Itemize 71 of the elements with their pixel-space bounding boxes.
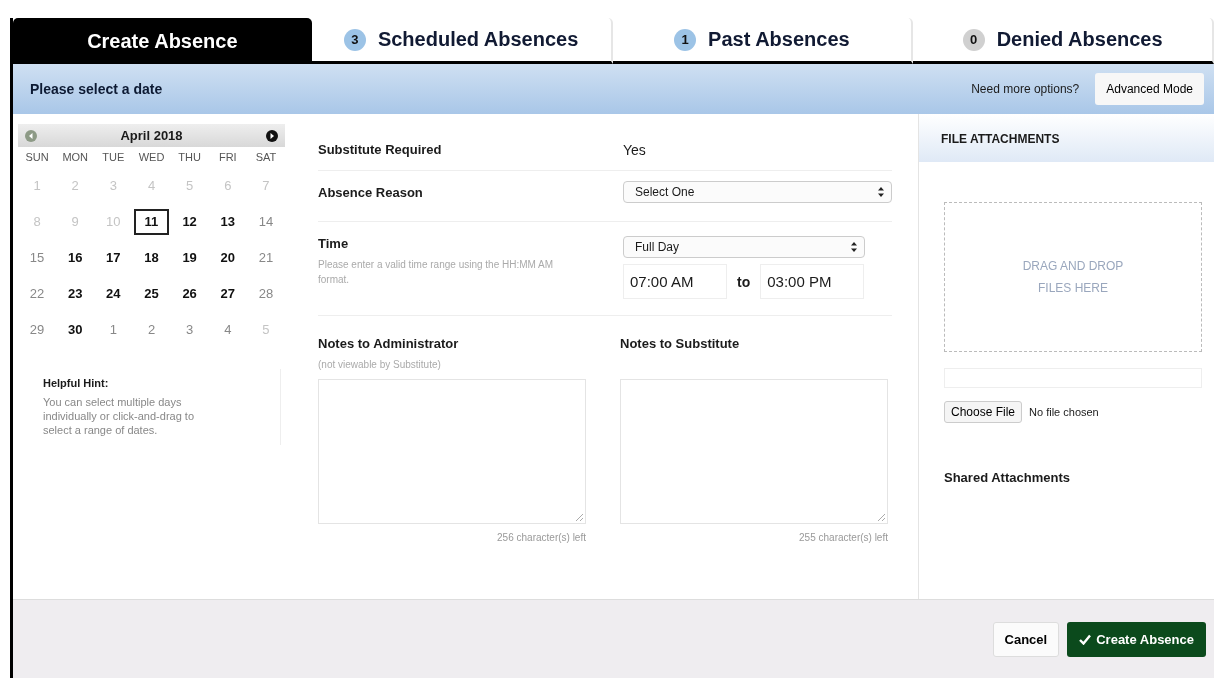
calendar-day[interactable]: 20 [210, 245, 245, 271]
calendar-day[interactable]: 13 [210, 209, 245, 235]
calendar-day[interactable]: 1 [96, 317, 131, 343]
field-value: Yes [623, 142, 646, 158]
field-label: Substitute Required [318, 142, 443, 158]
weekday-label: TUE [101, 151, 126, 163]
calendar-day[interactable]: 21 [248, 245, 283, 271]
calendar-day[interactable]: 12 [172, 209, 207, 235]
calendar-day[interactable]: 14 [248, 209, 283, 235]
weekday-label: SUN [24, 151, 50, 163]
calendar-day[interactable]: 26 [172, 281, 207, 307]
calendar-day[interactable]: 22 [20, 281, 55, 307]
hint-title: Helpful Hint: [43, 377, 110, 389]
help-text: (not viewable by Substitute) [318, 358, 442, 372]
calendar-day[interactable]: 3 [172, 317, 207, 343]
previous-month-icon[interactable] [25, 129, 37, 142]
time-field[interactable]: 03:00 PM [760, 264, 865, 299]
calendar-day[interactable]: 15 [20, 245, 55, 271]
calendar-day[interactable]: 18 [134, 245, 169, 271]
time-mode-select[interactable]: Full Day [623, 236, 865, 258]
hint-text: You can select multiple days individually or click-and-drag to select a range of dates. [43, 395, 195, 437]
dropdown-arrows-icon [850, 241, 858, 253]
section-title: Shared Attachments [944, 470, 1071, 485]
calendar-day[interactable]: 30 [58, 317, 93, 343]
field-label: Notes to Substitute [620, 336, 741, 351]
tab[interactable]: 3 Scheduled Absences [311, 18, 613, 64]
header-title: Please select a date [30, 81, 163, 97]
weekday-label: SAT [254, 151, 278, 163]
count-badge: 0 [962, 28, 985, 51]
dropdown-arrows-icon [877, 186, 885, 198]
resize-handle-icon [575, 513, 583, 521]
calendar-day[interactable]: 11 [134, 209, 169, 235]
field-label: Notes to Administrator [318, 336, 460, 351]
calendar-day[interactable]: 28 [248, 281, 283, 307]
advanced-mode-button[interactable]: Advanced Mode [1095, 73, 1204, 105]
checkmark-icon [1079, 633, 1092, 645]
reason-select[interactable]: Select One [623, 181, 892, 203]
to-label: to [737, 273, 751, 290]
tab[interactable]: 1 Past Absences [612, 18, 914, 64]
field-label: Time [318, 236, 350, 251]
cancel-button[interactable]: Cancel [992, 621, 1060, 657]
weekday-label: THU [177, 151, 202, 163]
weekday-label: MON [61, 151, 90, 163]
calendar-day[interactable]: 23 [58, 281, 93, 307]
month-title: April 2018 [120, 128, 183, 143]
calendar-day[interactable]: 27 [210, 281, 245, 307]
calendar-day[interactable]: 16 [58, 245, 93, 271]
create-absence-button[interactable]: Create Absence [1067, 621, 1206, 657]
help-text: Please enter a valid time range using the HH:MM AM format. [318, 258, 555, 287]
calendar-day[interactable]: 29 [20, 317, 55, 343]
file-status: No file chosen [1029, 406, 1099, 418]
next-month-icon[interactable] [266, 129, 278, 142]
calendar-day[interactable]: 25 [134, 281, 169, 307]
calendar-day[interactable]: 19 [172, 245, 207, 271]
options-prompt: Need more options? [971, 82, 1080, 96]
character-count: 256 character(s) left [496, 532, 586, 543]
calendar-day[interactable]: 2 [134, 317, 169, 343]
calendar-day[interactable]: 4 [210, 317, 245, 343]
tab[interactable]: Create Absence [13, 18, 312, 64]
choose-file-button[interactable]: Choose File [944, 401, 1023, 423]
count-badge: 1 [674, 28, 697, 51]
weekday-label: WED [137, 151, 166, 163]
resize-handle-icon [877, 513, 885, 521]
weekday-label: FRI [217, 151, 238, 163]
field-label: Absence Reason [318, 184, 424, 200]
calendar-day[interactable]: 24 [96, 281, 131, 307]
count-badge: 3 [343, 28, 366, 51]
character-count: 255 character(s) left [798, 532, 888, 543]
calendar-day[interactable]: 17 [96, 245, 131, 271]
time-field[interactable]: 07:00 AM [623, 264, 727, 299]
tab[interactable]: 0 Denied Absences [913, 18, 1214, 64]
